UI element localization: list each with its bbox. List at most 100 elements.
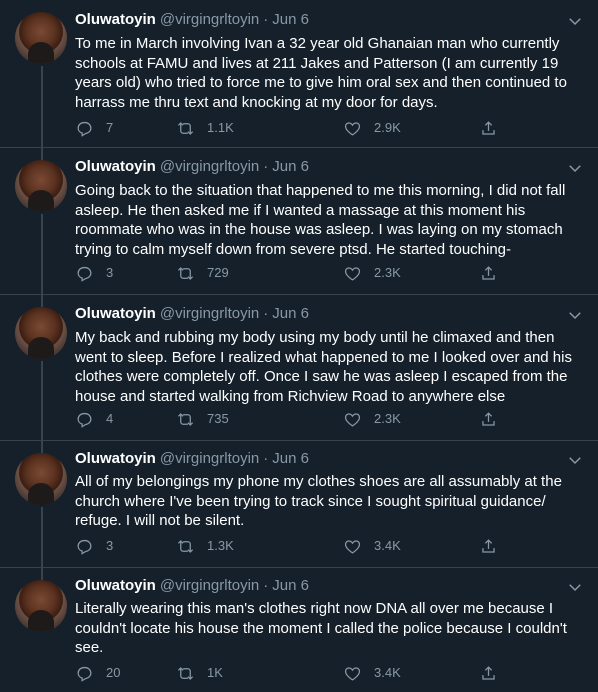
- tweet-date[interactable]: Jun 6: [272, 158, 309, 175]
- user-handle[interactable]: @virgingrltoyin: [160, 450, 259, 467]
- tweet-thread: Oluwatoyin @virgingrltoyin · Jun 6 To me in…: [0, 0, 598, 692]
- retweet-button[interactable]: 1K: [176, 663, 223, 683]
- like-icon: [344, 412, 361, 427]
- display-name[interactable]: Oluwatoyin: [75, 577, 156, 594]
- thread-line: [41, 507, 43, 568]
- caret-down-icon[interactable]: [566, 159, 584, 177]
- like-icon: [344, 121, 361, 136]
- share-button[interactable]: [479, 118, 510, 138]
- display-name[interactable]: Oluwatoyin: [75, 450, 156, 467]
- tweet[interactable]: Oluwatoyin @virgingrltoyin · Jun 6 To me in…: [0, 0, 598, 148]
- retweet-count: 729: [207, 265, 229, 280]
- user-handle[interactable]: @virgingrltoyin: [160, 305, 259, 322]
- caret-down-icon[interactable]: [566, 451, 584, 469]
- tweet-text: Literally wearing this man's clothes rig…: [75, 600, 567, 657]
- display-name[interactable]: Oluwatoyin: [75, 158, 156, 175]
- caret-down-icon[interactable]: [566, 12, 584, 30]
- like-count: 3.4K: [374, 538, 401, 553]
- caret-down-icon[interactable]: [566, 306, 584, 324]
- tweet-text: All of my belongings my phone my clothes…: [75, 473, 562, 530]
- tweet[interactable]: Oluwatoyin @virgingrltoyin · Jun 6 Going ba…: [0, 148, 598, 295]
- tweet-text: Going back to the situation that happene…: [75, 182, 566, 258]
- thread-line: [41, 568, 43, 580]
- tweet-header: Oluwatoyin @virgingrltoyin · Jun 6: [75, 10, 309, 30]
- separator-dot: ·: [263, 11, 269, 28]
- retweet-button[interactable]: 1.1K: [176, 118, 234, 138]
- thread-line: [41, 361, 43, 441]
- like-count: 2.3K: [374, 411, 401, 426]
- retweet-button[interactable]: 735: [176, 409, 229, 429]
- reply-icon: [77, 266, 92, 282]
- avatar[interactable]: [15, 307, 67, 359]
- tweet-date[interactable]: Jun 6: [272, 450, 309, 467]
- reply-button[interactable]: 3: [75, 536, 113, 556]
- thread-line: [41, 66, 43, 148]
- reply-count: 3: [106, 265, 114, 280]
- reply-count: 3: [106, 538, 114, 553]
- share-button[interactable]: [479, 263, 510, 283]
- reply-icon: [77, 412, 92, 428]
- reply-button[interactable]: 7: [75, 118, 113, 138]
- reply-button[interactable]: 4: [75, 409, 113, 429]
- thread-line: [41, 214, 43, 295]
- tweet-actions: 4 735 2.3K: [75, 409, 575, 429]
- separator-dot: ·: [263, 450, 269, 467]
- share-icon: [482, 411, 495, 426]
- like-count: 2.3K: [374, 265, 401, 280]
- share-icon: [482, 265, 495, 280]
- tweet-date[interactable]: Jun 6: [272, 305, 309, 322]
- tweet-text: My back and rubbing my body using my bod…: [75, 329, 572, 405]
- like-button[interactable]: 3.4K: [343, 663, 401, 683]
- user-handle[interactable]: @virgingrltoyin: [160, 577, 259, 594]
- like-count: 2.9K: [374, 120, 401, 135]
- like-button[interactable]: 2.3K: [343, 263, 401, 283]
- tweet-header: Oluwatoyin @virgingrltoyin · Jun 6: [75, 157, 309, 177]
- retweet-icon: [177, 121, 194, 135]
- reply-button[interactable]: 20: [75, 663, 120, 683]
- like-button[interactable]: 2.9K: [343, 118, 401, 138]
- thread-line: [41, 295, 43, 307]
- like-button[interactable]: 2.3K: [343, 409, 401, 429]
- reply-count: 4: [106, 411, 114, 426]
- avatar[interactable]: [15, 580, 67, 632]
- like-icon: [344, 539, 361, 554]
- reply-icon: [77, 666, 92, 682]
- retweet-count: 1.3K: [207, 538, 234, 553]
- tweet-header: Oluwatoyin @virgingrltoyin · Jun 6: [75, 576, 309, 596]
- tweet[interactable]: Oluwatoyin @virgingrltoyin · Jun 6 Literall…: [0, 568, 598, 692]
- tweet-actions: 3 729 2.3K: [75, 263, 575, 283]
- tweet[interactable]: Oluwatoyin @virgingrltoyin · Jun 6 All of m…: [0, 441, 598, 568]
- user-handle[interactable]: @virgingrltoyin: [160, 11, 259, 28]
- separator-dot: ·: [263, 577, 269, 594]
- caret-down-icon[interactable]: [566, 578, 584, 596]
- retweet-icon: [177, 266, 194, 280]
- avatar[interactable]: [15, 12, 67, 64]
- like-button[interactable]: 3.4K: [343, 536, 401, 556]
- tweet[interactable]: Oluwatoyin @virgingrltoyin · Jun 6 My back …: [0, 295, 598, 441]
- display-name[interactable]: Oluwatoyin: [75, 305, 156, 322]
- retweet-icon: [177, 539, 194, 553]
- share-button[interactable]: [479, 409, 510, 429]
- tweet-date[interactable]: Jun 6: [272, 11, 309, 28]
- avatar[interactable]: [15, 160, 67, 212]
- thread-line: [41, 148, 43, 160]
- share-icon: [482, 538, 495, 553]
- like-icon: [344, 666, 361, 681]
- tweet-actions: 20 1K 3.4K: [75, 663, 575, 683]
- retweet-button[interactable]: 729: [176, 263, 229, 283]
- reply-icon: [77, 539, 92, 555]
- avatar[interactable]: [15, 453, 67, 505]
- user-handle[interactable]: @virgingrltoyin: [160, 158, 259, 175]
- separator-dot: ·: [263, 305, 269, 322]
- share-button[interactable]: [479, 536, 510, 556]
- display-name[interactable]: Oluwatoyin: [75, 11, 156, 28]
- retweet-icon: [177, 666, 194, 680]
- separator-dot: ·: [263, 158, 269, 175]
- retweet-button[interactable]: 1.3K: [176, 536, 234, 556]
- reply-button[interactable]: 3: [75, 263, 113, 283]
- share-button[interactable]: [479, 663, 510, 683]
- tweet-date[interactable]: Jun 6: [272, 577, 309, 594]
- retweet-count: 1K: [207, 665, 223, 680]
- like-icon: [344, 266, 361, 281]
- tweet-header: Oluwatoyin @virgingrltoyin · Jun 6: [75, 449, 309, 469]
